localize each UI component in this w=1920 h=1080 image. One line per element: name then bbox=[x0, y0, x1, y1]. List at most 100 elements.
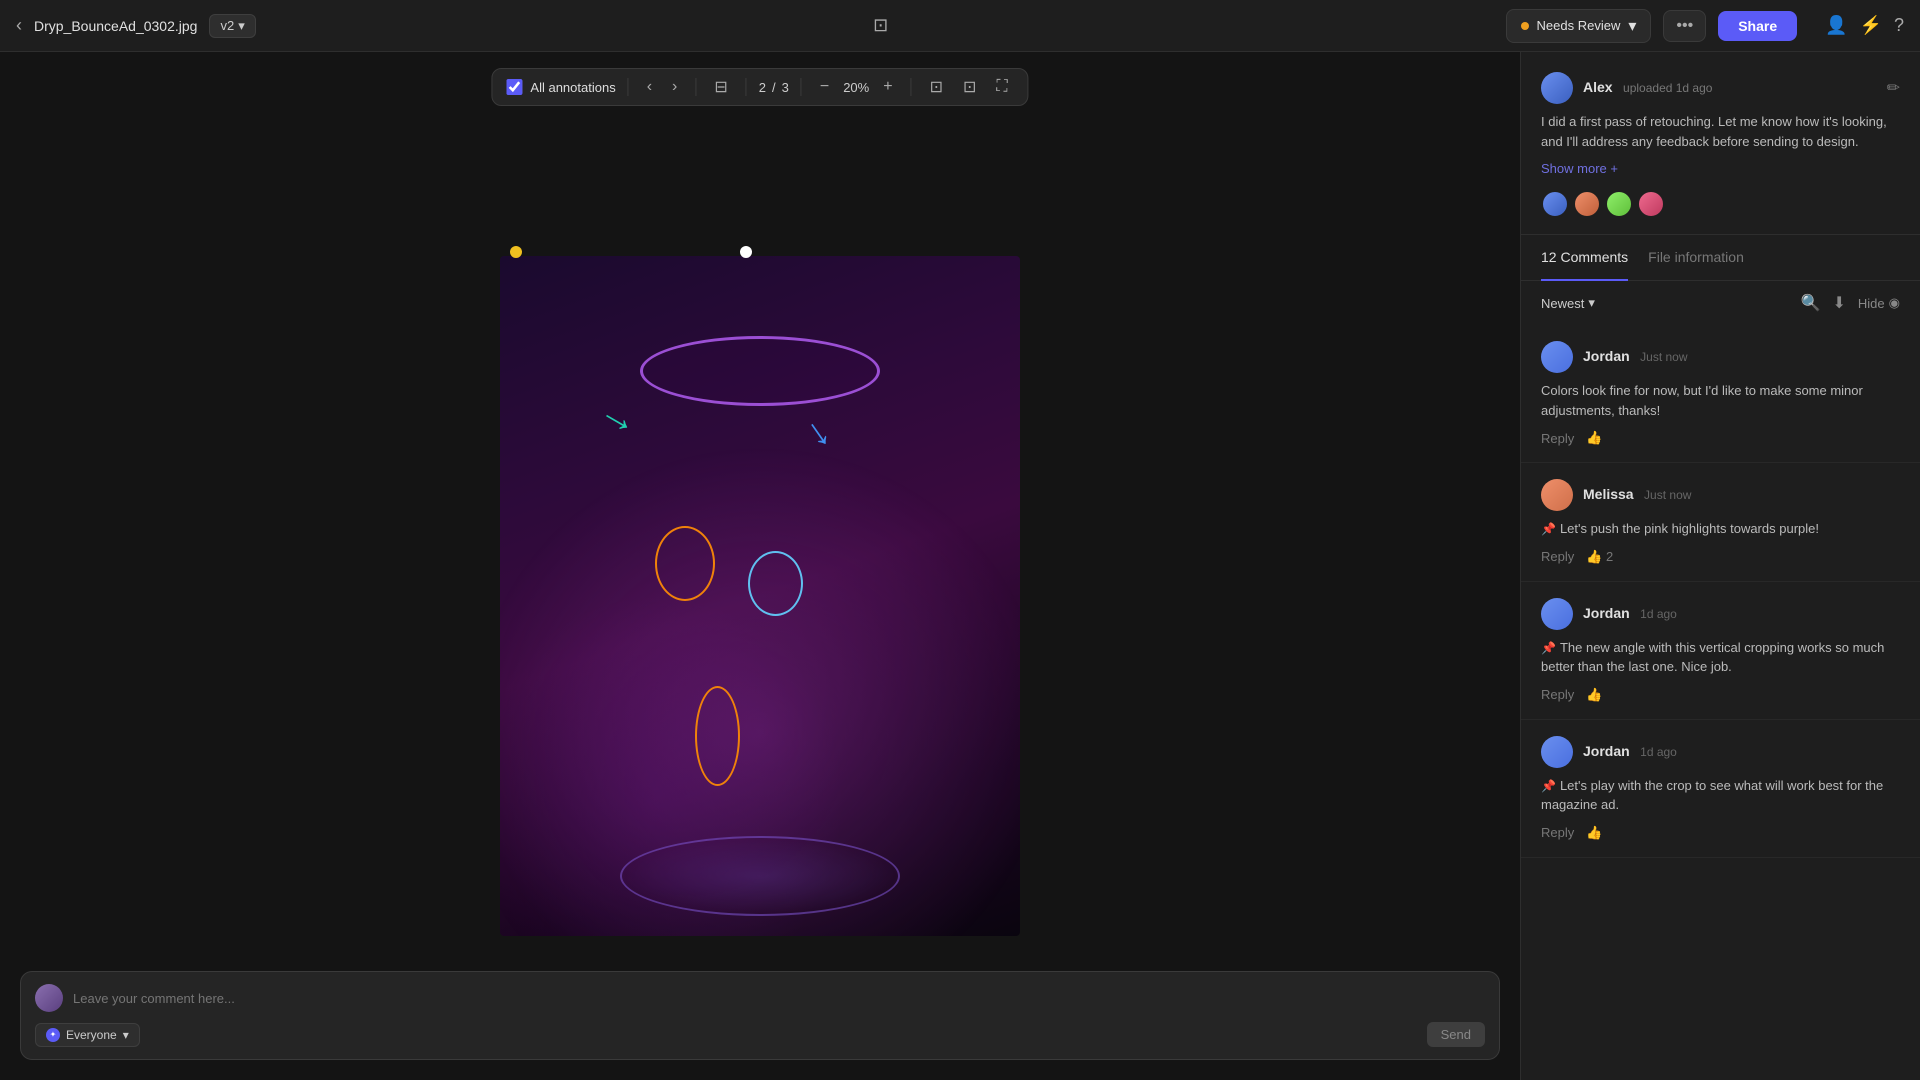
like-button[interactable]: 👍 bbox=[1586, 825, 1602, 841]
upload-time: uploaded 1d ago bbox=[1623, 81, 1712, 95]
fit-screen-button[interactable]: ⊡ bbox=[957, 75, 982, 99]
status-selector[interactable]: Needs Review ▾ bbox=[1506, 9, 1652, 43]
annotations-toggle[interactable] bbox=[506, 79, 522, 95]
comment-actions: Reply 👍 bbox=[1541, 825, 1900, 841]
prev-page-button[interactable]: ‹ bbox=[641, 76, 658, 98]
audience-selector[interactable]: ✦ Everyone ▾ bbox=[35, 1023, 140, 1047]
audience-label: Everyone bbox=[66, 1028, 117, 1042]
separator bbox=[746, 78, 747, 96]
reply-button[interactable]: Reply bbox=[1541, 687, 1574, 702]
comment-body: Colors look fine for now, but I'd like t… bbox=[1541, 381, 1900, 420]
topbar: ‹ Dryp_BounceAd_0302.jpg v2 ▾ ⊡ Needs Re… bbox=[0, 0, 1920, 52]
share-button[interactable]: Share bbox=[1718, 11, 1797, 41]
reply-button[interactable]: Reply bbox=[1541, 549, 1574, 564]
comment-text-input[interactable] bbox=[73, 991, 1485, 1006]
hide-button[interactable]: Hide ◉ bbox=[1858, 295, 1900, 311]
page-separator: / bbox=[772, 80, 776, 95]
file-desc-header: Alex uploaded 1d ago ✏ bbox=[1541, 72, 1900, 104]
orange-ellipse-annotation-1 bbox=[655, 526, 715, 601]
blue-ellipse-annotation bbox=[748, 551, 803, 616]
next-page-button[interactable]: › bbox=[666, 76, 683, 98]
fullscreen-button[interactable]: ⛶ bbox=[990, 76, 1013, 98]
comment-item: Melissa Just now 📌Let's push the pink hi… bbox=[1521, 463, 1920, 582]
user-avatar-small bbox=[35, 984, 63, 1012]
more-options-button[interactable]: ••• bbox=[1663, 10, 1706, 42]
comment-actions: Reply 👍 bbox=[1541, 430, 1900, 446]
reply-button[interactable]: Reply bbox=[1541, 825, 1574, 840]
image-canvas: → ↑ bbox=[500, 256, 1020, 936]
comment-author-info: Jordan 1d ago bbox=[1583, 605, 1677, 623]
comment-body: 📌The new angle with this vertical croppi… bbox=[1541, 638, 1900, 677]
total-pages: 3 bbox=[782, 80, 789, 95]
show-more-button[interactable]: Show more + bbox=[1541, 161, 1618, 176]
comment-meta-row: ✦ Everyone ▾ Send bbox=[35, 1022, 1485, 1047]
comment-author-info: Jordan Just now bbox=[1583, 348, 1688, 366]
zoom-in-button[interactable]: + bbox=[877, 76, 898, 98]
collaborator-avatar-1 bbox=[1541, 190, 1569, 218]
image-area: → ↑ bbox=[0, 52, 1520, 1080]
presentation-icon[interactable]: ⊡ bbox=[865, 11, 896, 40]
author-name: Alex bbox=[1583, 79, 1613, 95]
separator bbox=[801, 78, 802, 96]
stage-circle bbox=[620, 836, 900, 916]
comment-header: Melissa Just now bbox=[1541, 479, 1900, 511]
back-button[interactable]: ‹ bbox=[16, 15, 22, 36]
topbar-right-actions: 👤 ⚡ ? bbox=[1825, 15, 1904, 36]
comment-input-row bbox=[35, 984, 1485, 1012]
status-label: Needs Review bbox=[1537, 18, 1621, 33]
filename-label: Dryp_BounceAd_0302.jpg bbox=[34, 18, 197, 34]
page-info: 2 / 3 bbox=[759, 80, 789, 95]
fit-frame-button[interactable]: ⊡ bbox=[924, 75, 949, 99]
right-panel: Alex uploaded 1d ago ✏ I did a first pas… bbox=[1520, 52, 1920, 1080]
annotation-dot-white bbox=[740, 246, 752, 258]
file-description-text: I did a first pass of retouching. Let me… bbox=[1541, 112, 1900, 151]
like-button[interactable]: 👍 2 bbox=[1586, 549, 1613, 565]
separator bbox=[911, 78, 912, 96]
tab-comments-count: 12 bbox=[1541, 249, 1557, 265]
hide-label: Hide bbox=[1858, 296, 1885, 311]
comment-item: Jordan 1d ago 📌The new angle with this v… bbox=[1521, 582, 1920, 720]
comment-time: Just now bbox=[1640, 350, 1687, 364]
tab-comments[interactable]: 12 Comments bbox=[1541, 235, 1628, 281]
commenter-name: Jordan bbox=[1583, 605, 1630, 621]
comment-header: Jordan 1d ago bbox=[1541, 598, 1900, 630]
author-details: Alex uploaded 1d ago bbox=[1583, 79, 1712, 97]
commenter-avatar bbox=[1541, 341, 1573, 373]
comment-actions: Reply 👍 bbox=[1541, 687, 1900, 703]
sort-chevron-icon: ▾ bbox=[1588, 295, 1595, 311]
annotations-label: All annotations bbox=[530, 80, 615, 95]
grid-view-button[interactable]: ⊟ bbox=[708, 75, 733, 99]
comment-time: 1d ago bbox=[1640, 745, 1677, 759]
tab-file-information[interactable]: File information bbox=[1648, 235, 1744, 281]
collaborator-avatar-3 bbox=[1605, 190, 1633, 218]
version-selector[interactable]: v2 ▾ bbox=[209, 14, 255, 38]
lightning-icon[interactable]: ⚡ bbox=[1860, 15, 1882, 36]
viewer-panel: All annotations ‹ › ⊟ 2 / 3 − 20% + ⊡ ⊡ … bbox=[0, 52, 1520, 1080]
commenter-avatar bbox=[1541, 479, 1573, 511]
like-button[interactable]: 👍 bbox=[1586, 430, 1602, 446]
help-icon[interactable]: ? bbox=[1894, 15, 1904, 36]
teal-arrow-annotation: → bbox=[593, 389, 648, 444]
status-dot-icon bbox=[1521, 22, 1529, 30]
send-button[interactable]: Send bbox=[1427, 1022, 1485, 1047]
edit-button[interactable]: ✏ bbox=[1887, 78, 1900, 98]
current-page: 2 bbox=[759, 80, 766, 95]
panel-tabs: 12 Comments File information bbox=[1521, 235, 1920, 281]
reply-button[interactable]: Reply bbox=[1541, 431, 1574, 446]
file-author-info: Alex uploaded 1d ago bbox=[1541, 72, 1712, 104]
sort-selector[interactable]: Newest ▾ bbox=[1541, 295, 1595, 311]
separator bbox=[628, 78, 629, 96]
search-comments-button[interactable]: 🔍 bbox=[1801, 293, 1821, 313]
audience-chevron-icon: ▾ bbox=[123, 1028, 129, 1042]
profile-icon[interactable]: 👤 bbox=[1825, 15, 1847, 36]
zoom-out-button[interactable]: − bbox=[814, 76, 835, 98]
download-button[interactable]: ⬇ bbox=[1833, 293, 1846, 313]
author-avatar bbox=[1541, 72, 1573, 104]
comment-author-info: Melissa Just now bbox=[1583, 486, 1691, 504]
collaborators-avatars bbox=[1541, 190, 1900, 218]
sort-label: Newest bbox=[1541, 296, 1584, 311]
comment-actions: Reply 👍 2 bbox=[1541, 549, 1900, 565]
collaborator-avatar-4 bbox=[1637, 190, 1665, 218]
commenter-name: Melissa bbox=[1583, 486, 1634, 502]
like-button[interactable]: 👍 bbox=[1586, 687, 1602, 703]
